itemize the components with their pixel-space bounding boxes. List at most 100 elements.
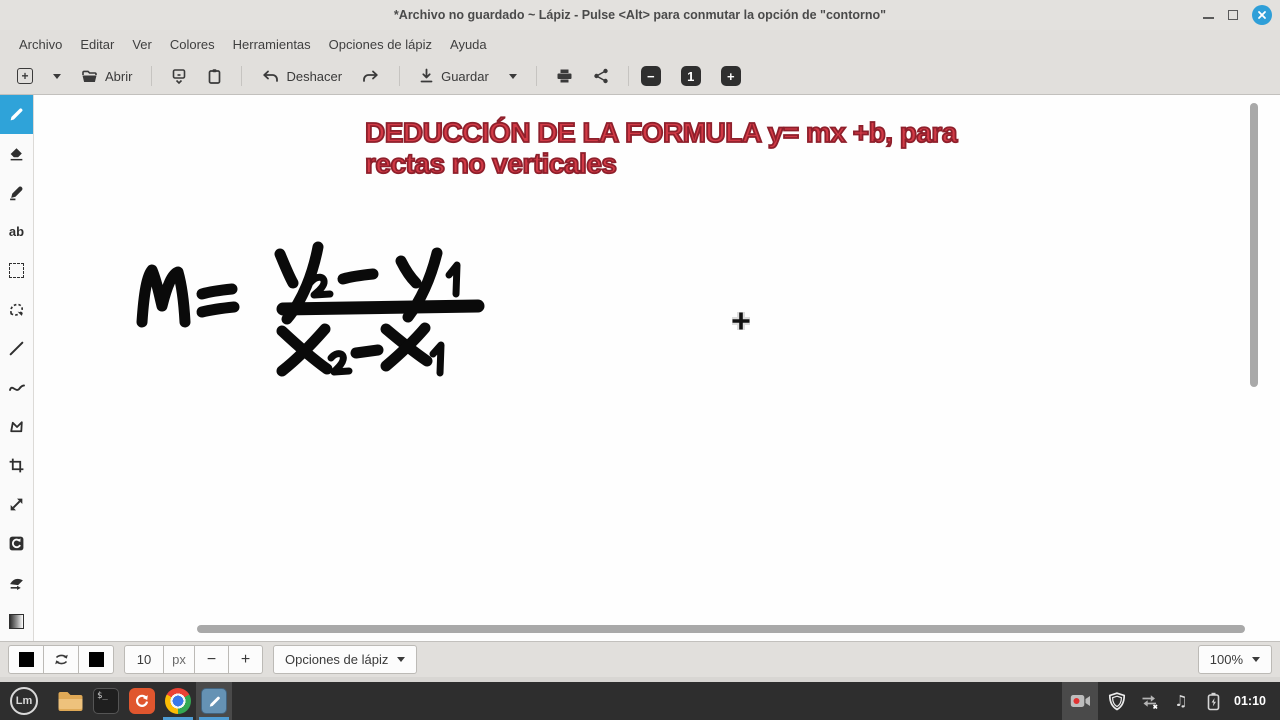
size-decrease-button[interactable]: − [194, 645, 229, 674]
tray-screen-recorder[interactable] [1062, 682, 1099, 720]
open-button[interactable]: Abrir [74, 65, 139, 88]
new-image-button[interactable]: + [10, 64, 40, 88]
sidebar-item-gradient[interactable] [0, 602, 33, 641]
zoom-out-button[interactable]: − [640, 66, 661, 86]
tray-network[interactable] [1136, 686, 1162, 716]
save-button[interactable]: Guardar [412, 64, 496, 88]
menu-ver[interactable]: Ver [123, 33, 161, 56]
folder-icon [58, 691, 82, 711]
sidebar-item-pencil[interactable] [0, 95, 33, 134]
primary-color-swatch [18, 652, 34, 667]
taskbar-item-files[interactable] [52, 682, 88, 720]
printer-icon [556, 68, 573, 84]
network-disconnected-icon [1142, 695, 1158, 709]
tray-firewall[interactable] [1104, 686, 1130, 716]
zoom-level-button[interactable]: 100% [1197, 645, 1272, 674]
redo-icon [362, 69, 380, 84]
save-menu-button[interactable] [502, 70, 524, 83]
toolbar-separator [535, 66, 537, 86]
canvas-heading-text: DEDUCCIÓN DE LA FORMULA y= mx +b, para r… [364, 116, 958, 180]
drawing-canvas[interactable]: DEDUCCIÓN DE LA FORMULA y= mx +b, para r… [34, 95, 1280, 641]
scale-icon [10, 498, 23, 511]
menu-colores[interactable]: Colores [161, 33, 224, 56]
taskbar-item-app-orange[interactable] [124, 682, 160, 720]
sidebar-item-crop[interactable] [0, 446, 33, 485]
save-label: Guardar [441, 68, 489, 84]
minimize-button[interactable] [1203, 17, 1214, 19]
undo-label: Deshacer [286, 68, 343, 84]
color-swatch-group [8, 645, 114, 674]
crop-icon [9, 458, 24, 473]
drawing-app-icon [201, 688, 227, 714]
chevron-down-icon [397, 657, 406, 662]
sidebar-item-line[interactable] [0, 329, 33, 368]
redo-button[interactable] [355, 65, 387, 88]
sidebar-item-text[interactable]: ab [0, 212, 33, 251]
shield-icon [1108, 691, 1126, 710]
menu-ayuda[interactable]: Ayuda [441, 33, 496, 56]
free-select-icon [10, 303, 24, 316]
share-button[interactable] [586, 64, 616, 88]
open-label: Abrir [105, 68, 133, 84]
sidebar-item-rotate[interactable] [0, 524, 33, 563]
size-increase-button[interactable]: + [228, 645, 263, 674]
menu-herramientas[interactable]: Herramientas [224, 33, 320, 56]
undo-button[interactable]: Deshacer [254, 65, 349, 88]
chevron-down-icon [508, 73, 517, 79]
open-icon [81, 69, 98, 84]
paste-button[interactable] [200, 64, 229, 89]
menu-archivo[interactable]: Archivo [10, 33, 71, 56]
chevron-down-icon [1252, 657, 1260, 662]
crosshair-cursor-icon [732, 312, 750, 330]
tray-music[interactable]: ♫ [1168, 686, 1194, 716]
mint-logo-icon: Lm [10, 687, 38, 715]
highlighter-icon [10, 186, 23, 201]
taskbar-item-chrome[interactable] [160, 682, 196, 720]
sidebar-item-shape[interactable] [0, 407, 33, 446]
taskbar-clock[interactable]: 01:10 [1232, 694, 1274, 708]
print-button[interactable] [549, 64, 580, 88]
sidebar-item-rectangle-select[interactable] [0, 251, 33, 290]
close-button[interactable] [1252, 5, 1272, 25]
titlebar: *Archivo no guardado ~ Lápiz - Pulse <Al… [0, 0, 1280, 30]
preview-button[interactable] [164, 64, 194, 89]
deform-icon [10, 578, 23, 590]
start-menu-button[interactable]: Lm [6, 682, 42, 720]
sidebar-item-free-select[interactable] [0, 290, 33, 329]
text-tool-icon: ab [8, 224, 25, 239]
tray-battery[interactable] [1200, 686, 1226, 716]
tool-sidebar: ab [0, 95, 34, 641]
sidebar-item-highlighter[interactable] [0, 173, 33, 212]
menu-opciones-de-lapiz[interactable]: Opciones de lápiz [320, 33, 441, 56]
window-controls [1203, 0, 1272, 30]
sidebar-item-curve[interactable] [0, 368, 33, 407]
vertical-scrollbar[interactable] [1250, 103, 1258, 387]
size-group: 10 px − + [124, 645, 263, 674]
primary-color-button[interactable] [8, 645, 44, 674]
sidebar-item-scale[interactable] [0, 485, 33, 524]
toolbar-separator [241, 66, 243, 86]
taskbar-item-terminal[interactable]: $_ [88, 682, 124, 720]
options-bar: 10 px − + Opciones de lápiz 100% [0, 641, 1280, 677]
sidebar-item-eraser[interactable] [0, 134, 33, 173]
menubar: Archivo Editar Ver Colores Herramientas … [0, 30, 1280, 58]
rectangle-select-icon [9, 263, 24, 278]
menu-editar[interactable]: Editar [71, 33, 123, 56]
share-icon [593, 68, 609, 84]
rotate-icon [9, 536, 24, 551]
taskbar-item-drawing-app[interactable] [196, 682, 232, 720]
zoom-reset-button[interactable]: 1 [680, 66, 701, 86]
swap-colors-button[interactable] [43, 645, 79, 674]
new-image-menu-button[interactable] [46, 70, 68, 83]
preview-icon [171, 68, 187, 85]
toolbar-separator [399, 66, 401, 86]
size-value-field[interactable]: 10 [124, 645, 164, 674]
size-unit-label: px [163, 645, 195, 674]
sidebar-item-deform[interactable] [0, 563, 33, 602]
window-title: *Archivo no guardado ~ Lápiz - Pulse <Al… [393, 8, 887, 22]
maximize-button[interactable] [1228, 7, 1241, 20]
secondary-color-button[interactable] [78, 645, 114, 674]
pen-options-button[interactable]: Opciones de lápiz [273, 645, 418, 674]
zoom-in-button[interactable]: + [720, 66, 741, 86]
horizontal-scrollbar[interactable] [197, 625, 1245, 633]
